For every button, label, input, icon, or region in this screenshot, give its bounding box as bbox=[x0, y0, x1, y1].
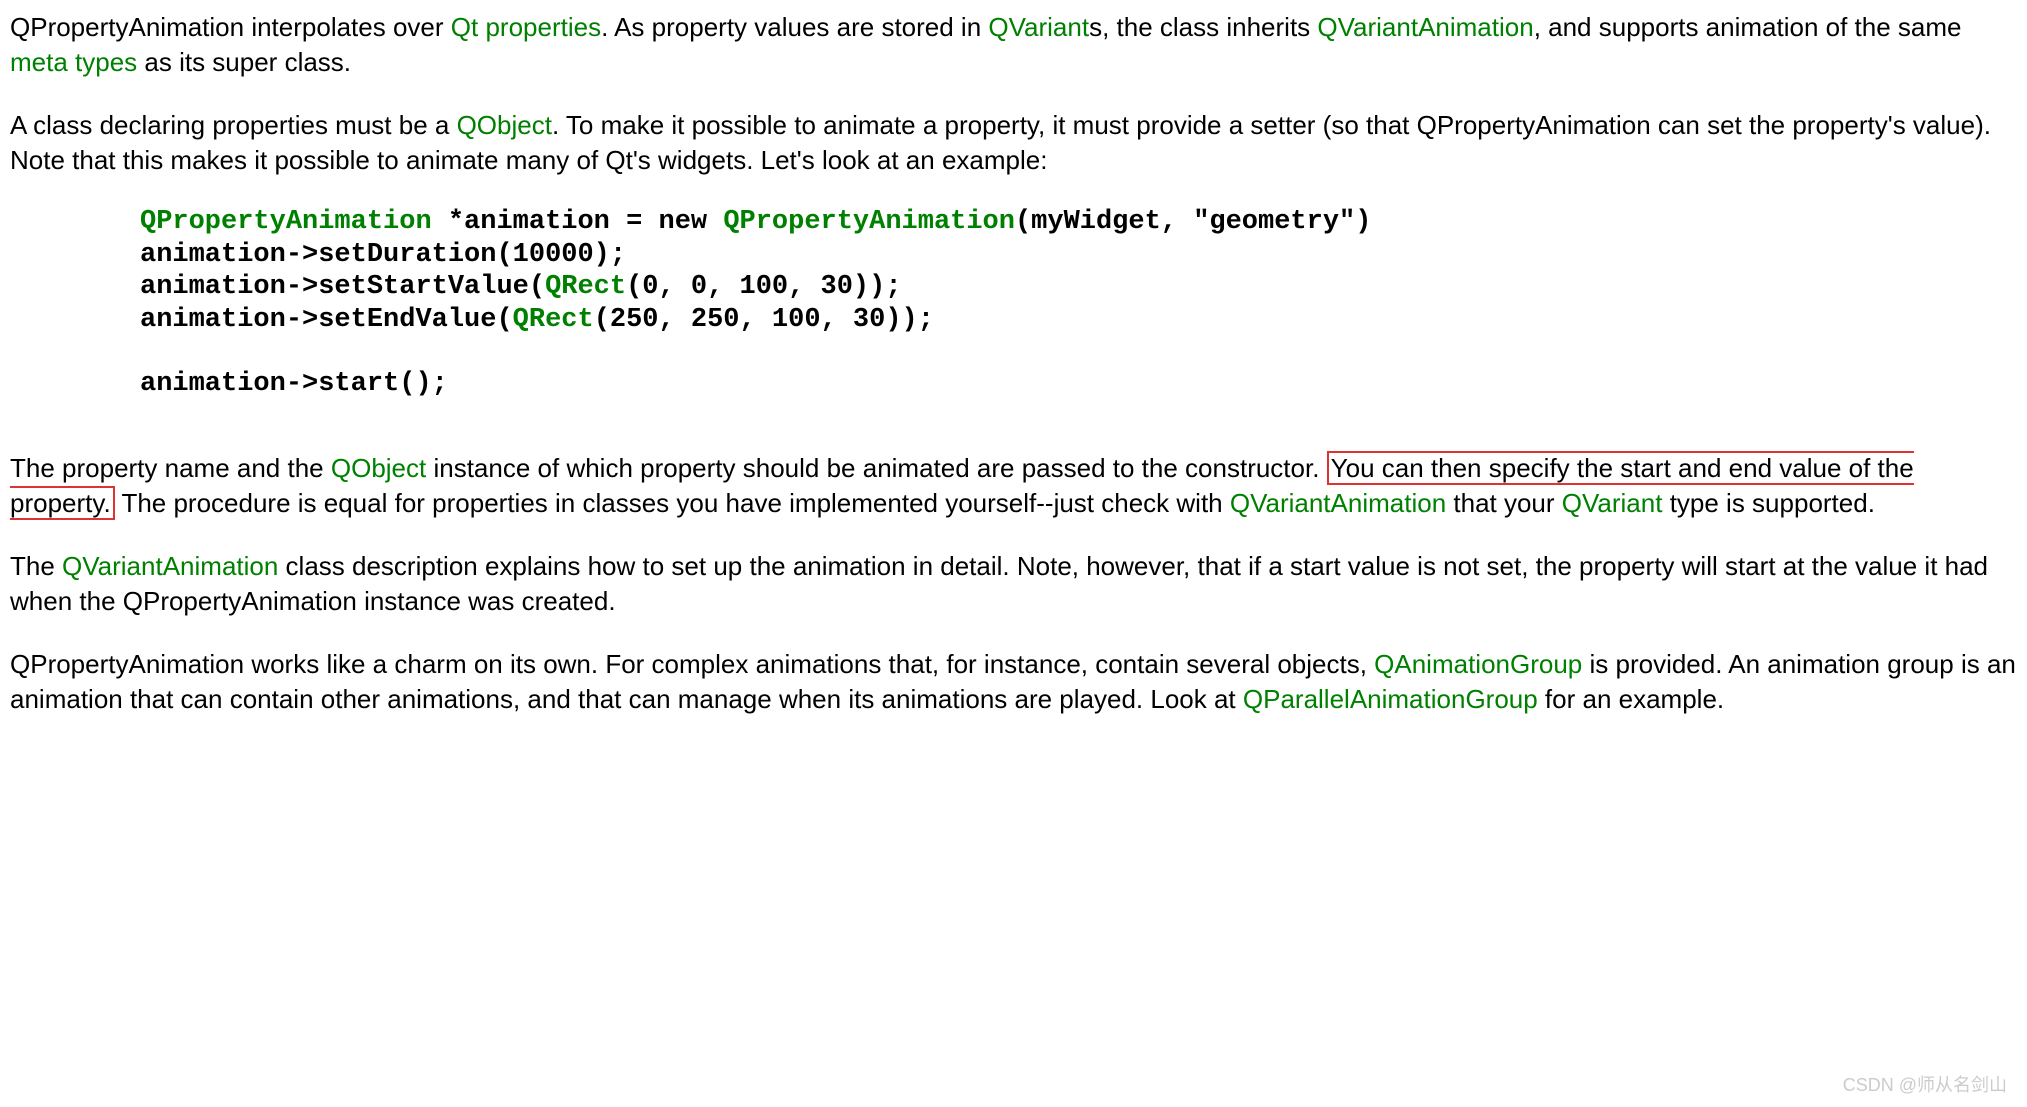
code-text: *animation = new bbox=[432, 207, 724, 237]
paragraph-2: A class declaring properties must be a Q… bbox=[10, 108, 2017, 178]
code-type: QRect bbox=[513, 305, 594, 335]
link-qvariantanimation[interactable]: QVariantAnimation bbox=[62, 551, 278, 581]
text: QPropertyAnimation interpolates over bbox=[10, 12, 451, 42]
code-text: (myWidget, "geometry") bbox=[1015, 207, 1371, 237]
text: . As property values are stored in bbox=[601, 12, 988, 42]
code-type: QPropertyAnimation bbox=[140, 207, 432, 237]
code-type: QRect bbox=[545, 272, 626, 302]
code-text: animation->setStartValue( bbox=[140, 272, 545, 302]
paragraph-5: QPropertyAnimation works like a charm on… bbox=[10, 647, 2017, 717]
code-text: animation->start(); bbox=[140, 369, 448, 399]
code-text: animation->setDuration(10000); bbox=[140, 240, 626, 270]
link-meta-types[interactable]: meta types bbox=[10, 47, 137, 77]
text: type is supported. bbox=[1662, 488, 1874, 518]
paragraph-3: The property name and the QObject instan… bbox=[10, 451, 2017, 521]
link-qobject[interactable]: QObject bbox=[457, 110, 552, 140]
paragraph-4: The QVariantAnimation class description … bbox=[10, 549, 2017, 619]
text: A class declaring properties must be a bbox=[10, 110, 457, 140]
link-qt-properties[interactable]: Qt properties bbox=[451, 12, 601, 42]
text: that your bbox=[1446, 488, 1562, 518]
link-qvariant[interactable]: QVariant bbox=[988, 12, 1089, 42]
paragraph-1: QPropertyAnimation interpolates over Qt … bbox=[10, 10, 2017, 80]
link-qvariant[interactable]: QVariant bbox=[1562, 488, 1663, 518]
text: for an example. bbox=[1538, 684, 1724, 714]
text: class description explains how to set up… bbox=[10, 551, 1988, 616]
watermark: CSDN @师从名剑山 bbox=[1843, 1073, 2007, 1097]
code-text: (250, 250, 100, 30)); bbox=[594, 305, 934, 335]
code-text: animation->setEndValue( bbox=[140, 305, 513, 335]
code-example: QPropertyAnimation *animation = new QPro… bbox=[140, 206, 2017, 400]
link-qparallelanimationgroup[interactable]: QParallelAnimationGroup bbox=[1243, 684, 1538, 714]
text: , and supports animation of the same bbox=[1534, 12, 1962, 42]
text: QPropertyAnimation works like a charm on… bbox=[10, 649, 1374, 679]
text: s, the class inherits bbox=[1089, 12, 1317, 42]
text: as its super class. bbox=[137, 47, 351, 77]
link-qanimationgroup[interactable]: QAnimationGroup bbox=[1374, 649, 1582, 679]
link-qvariantanimation[interactable]: QVariantAnimation bbox=[1317, 12, 1533, 42]
link-qvariantanimation[interactable]: QVariantAnimation bbox=[1230, 488, 1446, 518]
code-text: (0, 0, 100, 30)); bbox=[626, 272, 901, 302]
code-type: QPropertyAnimation bbox=[723, 207, 1015, 237]
text: The property name and the bbox=[10, 453, 331, 483]
text: The bbox=[10, 551, 62, 581]
link-qobject[interactable]: QObject bbox=[331, 453, 426, 483]
text: instance of which property should be ani… bbox=[426, 453, 1326, 483]
text: The procedure is equal for properties in… bbox=[115, 488, 1230, 518]
